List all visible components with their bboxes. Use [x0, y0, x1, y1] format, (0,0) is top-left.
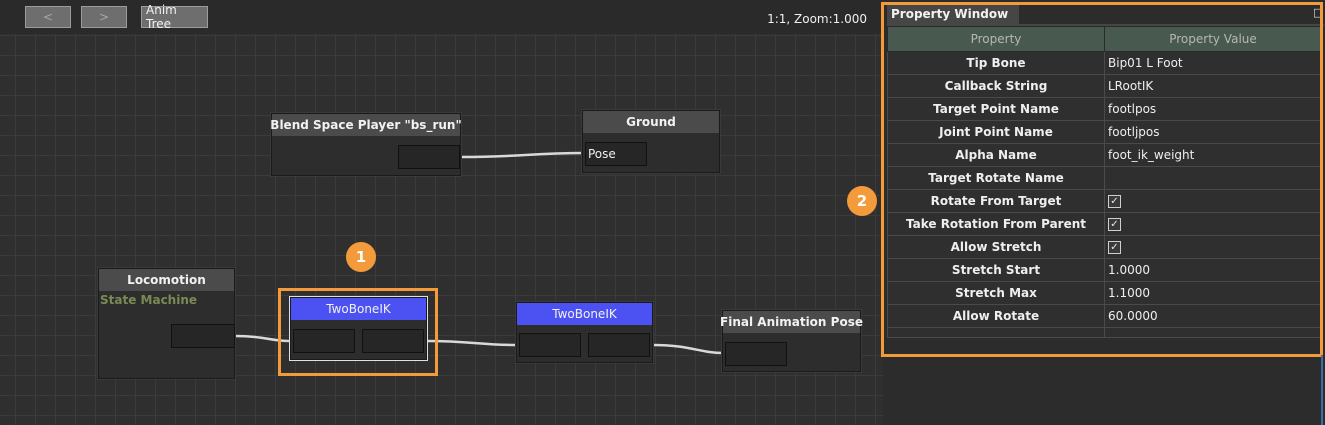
node-title: TwoBoneIK [517, 303, 652, 325]
wire-twobone2-final [652, 343, 724, 355]
wire-twobone1-twobone2 [426, 339, 517, 347]
anim-graph-canvas[interactable]: < > Anim Tree 1:1, Zoom:1.000 Blend Spac… [0, 0, 883, 425]
selection-outline [289, 296, 428, 361]
highlight-box-2 [881, 2, 1323, 357]
state-machine-label: State Machine [100, 293, 198, 307]
final-animation-pose-node[interactable]: Final Animation Pose [720, 310, 863, 372]
output-pin[interactable] [171, 324, 235, 348]
scrollbar-edge [1321, 355, 1323, 425]
callout-badge-1: 1 [346, 242, 376, 272]
node-title: Blend Space Player "bs_run" [270, 114, 462, 136]
output-pin[interactable] [398, 145, 460, 169]
ground-node[interactable]: Ground Pose [582, 110, 720, 173]
output-pin[interactable] [588, 333, 650, 357]
callout-badge-2: 2 [847, 186, 877, 216]
pose-pin-label: Pose [588, 147, 616, 161]
locomotion-node[interactable]: Locomotion State Machine [98, 268, 235, 379]
node-title: Locomotion [99, 269, 234, 291]
input-pin[interactable] [725, 342, 787, 366]
node-title: Ground [583, 111, 719, 133]
wire-blendspace-ground [460, 151, 586, 159]
twobone-ik-node-2[interactable]: TwoBoneIK [516, 302, 653, 363]
input-pin[interactable] [519, 333, 581, 357]
blend-space-player-node[interactable]: Blend Space Player "bs_run" [270, 113, 462, 176]
node-title: Final Animation Pose [720, 311, 863, 333]
